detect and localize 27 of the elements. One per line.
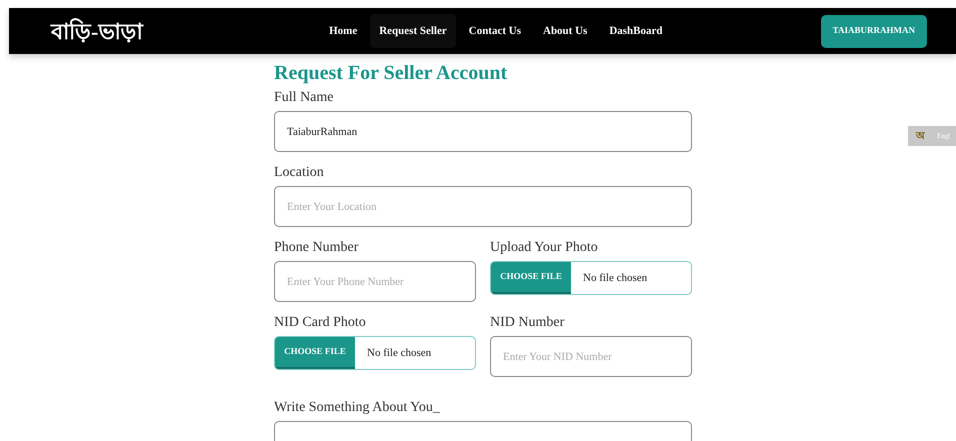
nav-link[interactable]: DashBoard: [600, 14, 672, 48]
input-field[interactable]: Enter Your Location: [274, 186, 692, 227]
field-label: Write Something About You_: [274, 399, 441, 417]
input-field[interactable]: TaiaburRahman: [274, 111, 692, 152]
choose-file-button[interactable]: CHOOSE FILE: [491, 262, 571, 294]
field-label: Phone Number: [274, 239, 360, 257]
field-label: Upload Your Photo: [490, 239, 599, 257]
file-input[interactable]: CHOOSE FILE No file chosen: [274, 336, 476, 370]
nav-link[interactable]: Contact Us: [460, 14, 530, 48]
file-status: No file chosen: [366, 346, 432, 361]
field-label: NID Number: [490, 314, 566, 332]
nav-link[interactable]: Home: [320, 14, 366, 48]
file-input[interactable]: CHOOSE FILE No file chosen: [490, 261, 692, 295]
nav-link[interactable]: Request Seller: [370, 14, 456, 48]
file-status: No file chosen: [582, 270, 648, 286]
input-field[interactable]: Enter Your Phone Number: [274, 261, 476, 302]
nav-link[interactable]: About Us: [534, 14, 596, 48]
form-title: Request For Seller Account: [274, 61, 508, 85]
field-label: Location: [274, 164, 325, 182]
brand-logo[interactable]: বাড়ি-ভাড়া: [51, 14, 271, 48]
language-glyph: অ: [916, 130, 925, 144]
field-label: NID Card Photo: [274, 314, 367, 332]
textarea-field[interactable]: [274, 421, 692, 441]
field-label: Full Name: [274, 89, 334, 107]
user-button[interactable]: TAIABURRAHMAN: [820, 14, 927, 48]
choose-file-button[interactable]: CHOOSE FILE: [275, 337, 355, 369]
input-field[interactable]: Enter Your NID Number: [490, 336, 692, 377]
